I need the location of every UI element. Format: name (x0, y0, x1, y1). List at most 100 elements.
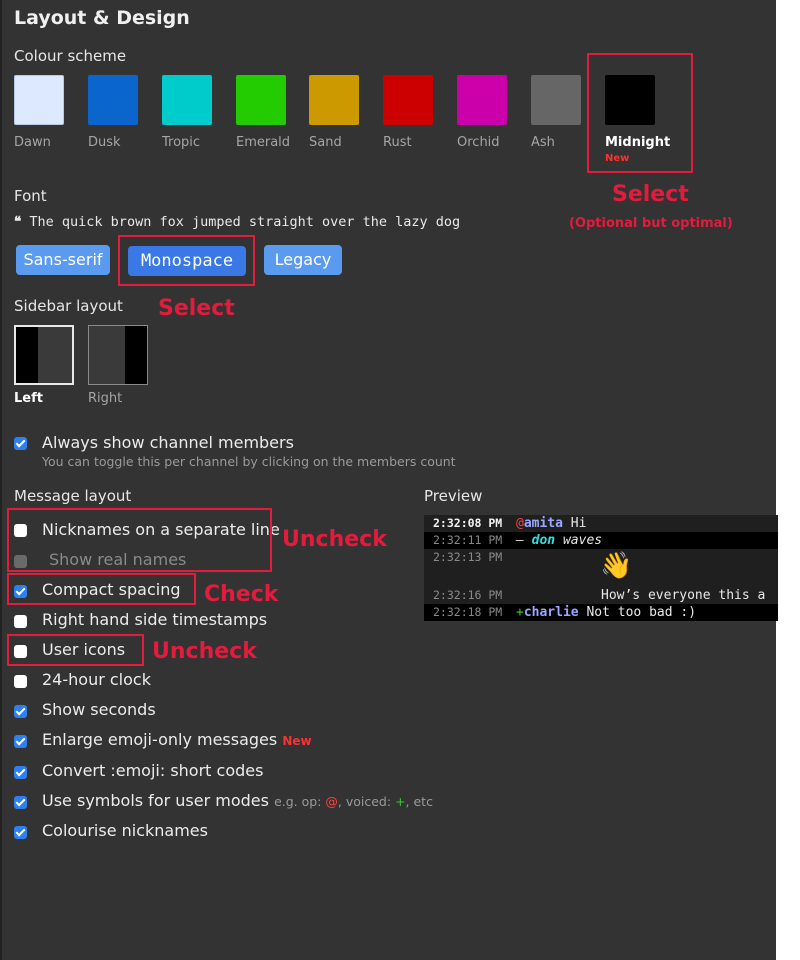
members-hint: You can toggle this per channel by click… (42, 454, 456, 469)
preview-message: +charlie Not too bad :) (516, 604, 696, 621)
annotation-select-sidebar: Select (158, 296, 235, 321)
preview-time: 2:32:16 PM (433, 588, 503, 602)
wave-emoji: 👋 (600, 551, 633, 581)
preview-heading: Preview (424, 487, 483, 505)
sidebar-right-option[interactable] (88, 325, 148, 385)
annotation-check-compact: Check (204, 582, 279, 607)
preview-text: Not too bad :) (578, 605, 697, 620)
swatch-emerald[interactable] (236, 75, 286, 125)
scheme-label: Emerald (236, 135, 291, 150)
swatch-ash[interactable] (531, 75, 581, 125)
preview-message: @amita Hi (516, 515, 586, 532)
rhs-timestamps-label: Right hand side timestamps (42, 610, 268, 629)
sidebar-layout-heading: Sidebar layout (14, 297, 123, 315)
sidebar-right-bar (125, 326, 147, 384)
message-preview: 2:32:08 PM @amita Hi 2:32:11 PM — don wa… (424, 515, 778, 621)
quote-icon: ❝ (14, 214, 22, 230)
colourise-nicknames-checkbox[interactable] (14, 826, 27, 839)
preview-message: — don waves (516, 532, 602, 549)
scheme-tropic[interactable]: Tropic (162, 75, 222, 150)
scheme-label: Rust (383, 135, 412, 150)
user-mode-symbols-checkbox[interactable] (14, 796, 27, 809)
annotation-select-scheme: Select (612, 182, 689, 207)
colourise-nicknames-label: Colourise nicknames (42, 821, 208, 840)
preview-time: 2:32:11 PM (433, 533, 503, 547)
convert-emoji-checkbox[interactable] (14, 766, 27, 779)
op-symbol: @ (516, 516, 524, 531)
user-mode-symbols-text: Use symbols for user modes (42, 791, 269, 810)
annotation-box-user-icons (7, 634, 144, 666)
preview-line: 2:32:08 PM @amita Hi (424, 515, 778, 532)
annotation-box-nicknames (7, 508, 272, 572)
show-seconds-checkbox[interactable] (14, 705, 27, 718)
new-badge: New (282, 734, 312, 748)
voice-symbol: + (395, 794, 406, 809)
sidebar-left-label: Left (14, 391, 43, 406)
swatch-dawn[interactable] (14, 75, 64, 125)
enlarge-emoji-label: Enlarge emoji-only messages New (42, 730, 312, 749)
annotation-uncheck-nicknames: Uncheck (282, 527, 387, 552)
scheme-label: Orchid (457, 135, 500, 150)
preview-nick: charlie (523, 605, 579, 620)
members-label: Always show channel members (42, 433, 294, 452)
annotation-box-compact (7, 573, 196, 605)
scheme-orchid[interactable]: Orchid (457, 75, 517, 150)
24h-clock-label: 24-hour clock (42, 670, 151, 689)
font-sample: ❝ The quick brown fox jumped straight ov… (14, 214, 460, 230)
preview-nick: don (531, 533, 556, 548)
scheme-ash[interactable]: Ash (531, 75, 591, 150)
hint-suffix: , etc (405, 794, 433, 809)
rhs-timestamps-checkbox[interactable] (14, 615, 27, 628)
annotation-box-monospace (118, 235, 255, 286)
font-sans-serif-button[interactable]: Sans-serif (16, 245, 110, 275)
hint-mid: , voiced: (337, 794, 392, 809)
user-mode-symbols-label: Use symbols for user modes e.g. op: @, v… (42, 791, 433, 810)
scheme-emerald[interactable]: Emerald (236, 75, 296, 150)
action-prefix: — (516, 533, 532, 548)
preview-text: Hi (562, 516, 587, 531)
scheme-dusk[interactable]: Dusk (88, 75, 148, 150)
preview-text: How’s everyone this a (601, 588, 766, 603)
show-seconds-label: Show seconds (42, 700, 156, 719)
swatch-tropic[interactable] (162, 75, 212, 125)
scheme-dawn[interactable]: Dawn (14, 75, 74, 150)
preview-line: 2:32:11 PM — don waves (424, 532, 778, 549)
members-checkbox[interactable] (14, 437, 27, 450)
page-title: Layout & Design (14, 7, 190, 29)
preview-time: 2:32:13 PM (433, 550, 503, 564)
24h-clock-checkbox[interactable] (14, 675, 27, 688)
swatch-rust[interactable] (383, 75, 433, 125)
enlarge-emoji-checkbox[interactable] (14, 735, 27, 748)
voice-symbol: + (516, 605, 524, 620)
font-heading: Font (14, 187, 47, 205)
swatch-dusk[interactable] (88, 75, 138, 125)
preview-text: waves (555, 533, 603, 548)
scheme-sand[interactable]: Sand (309, 75, 369, 150)
preview-line: 2:32:18 PM +charlie Not too bad :) (424, 604, 778, 621)
enlarge-emoji-text: Enlarge emoji-only messages (42, 730, 278, 749)
swatch-sand[interactable] (309, 75, 359, 125)
message-layout-heading: Message layout (14, 487, 132, 505)
scheme-label: Tropic (162, 135, 201, 150)
swatch-orchid[interactable] (457, 75, 507, 125)
sidebar-left-option[interactable] (14, 325, 74, 385)
hint-prefix: e.g. op: (274, 794, 322, 809)
colour-scheme-heading: Colour scheme (14, 47, 127, 65)
convert-emoji-label: Convert :emoji: short codes (42, 761, 264, 780)
annotation-box-midnight (587, 53, 693, 173)
font-legacy-button[interactable]: Legacy (264, 245, 342, 275)
scheme-label: Ash (531, 135, 555, 150)
scheme-label: Dawn (14, 135, 51, 150)
font-sample-text: The quick brown fox jumped straight over… (29, 214, 461, 230)
scheme-label: Sand (309, 135, 342, 150)
annotation-uncheck-user-icons: Uncheck (152, 639, 257, 664)
annotation-optional: (Optional but optimal) (569, 216, 733, 231)
preview-time: 2:32:08 PM (433, 516, 503, 530)
settings-panel: Layout & Design Colour scheme Dawn Dusk … (0, 0, 778, 960)
sidebar-right-label: Right (88, 391, 123, 406)
scheme-rust[interactable]: Rust (383, 75, 443, 150)
preview-time: 2:32:18 PM (433, 605, 503, 619)
user-mode-hint: e.g. op: @, voiced: +, etc (274, 794, 433, 809)
op-symbol: @ (325, 794, 338, 809)
preview-line: 2:32:16 PM How’s everyone this a (424, 587, 778, 604)
